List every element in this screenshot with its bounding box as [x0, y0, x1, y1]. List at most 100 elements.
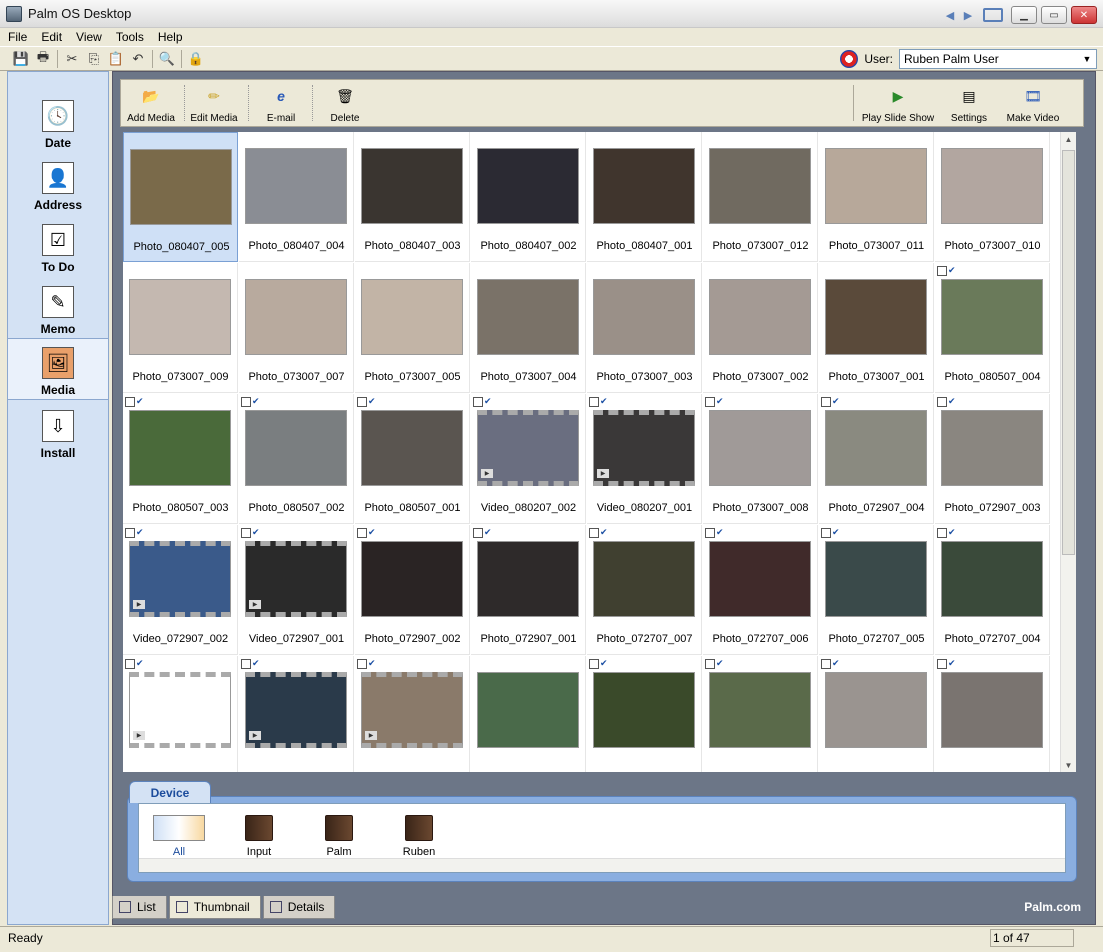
thumbnail-item[interactable]: ✔ ▶: [239, 656, 354, 772]
scroll-up-icon[interactable]: ▲: [1062, 132, 1075, 146]
thumbnail-item[interactable]: Photo_080407_005: [123, 132, 238, 262]
chevron-down-icon[interactable]: ▼: [1080, 52, 1094, 66]
photo-thumbnail[interactable]: [941, 541, 1043, 617]
thumbnail-item[interactable]: Photo_073007_011: [819, 132, 934, 262]
photo-thumbnail[interactable]: [825, 279, 927, 355]
thumbnail-item[interactable]: Photo_073007_009: [123, 263, 238, 393]
photo-thumbnail[interactable]: [593, 148, 695, 224]
sidebar-item-date[interactable]: 🕓 Date: [8, 90, 108, 152]
play-slide-show-button[interactable]: ▶ Play Slide Show: [859, 82, 937, 125]
photo-thumbnail[interactable]: [709, 148, 811, 224]
thumbnail-item[interactable]: ✔ ▶ Video_080207_002: [471, 394, 586, 524]
photo-thumbnail[interactable]: [361, 148, 463, 224]
copy-icon[interactable]: ⎘: [83, 49, 105, 69]
tab-list[interactable]: List: [112, 896, 167, 919]
thumbnail-item[interactable]: ✔: [703, 656, 818, 772]
menu-help[interactable]: Help: [158, 30, 183, 44]
video-thumbnail[interactable]: ▶: [593, 410, 695, 486]
device-tab[interactable]: Device: [129, 781, 211, 803]
thumbnail-item[interactable]: ✔ ▶ Video_080207_001: [587, 394, 702, 524]
thumbnail-item[interactable]: Photo_080407_002: [471, 132, 586, 262]
photo-thumbnail[interactable]: [825, 541, 927, 617]
thumbnail-item[interactable]: ✔ Photo_072907_001: [471, 525, 586, 655]
palm-com-link[interactable]: Palm.com: [1024, 900, 1081, 914]
photo-thumbnail[interactable]: [477, 541, 579, 617]
photo-thumbnail[interactable]: [941, 148, 1043, 224]
thumbnail-item[interactable]: ✔ Photo_072707_006: [703, 525, 818, 655]
menu-file[interactable]: File: [8, 30, 27, 44]
menu-tools[interactable]: Tools: [116, 30, 144, 44]
thumbnail-item[interactable]: Photo_073007_001: [819, 263, 934, 393]
email-button[interactable]: e E-mail: [259, 82, 303, 124]
thumbnail-item[interactable]: ✔ Photo_080507_004: [935, 263, 1050, 393]
menu-edit[interactable]: Edit: [41, 30, 62, 44]
back-arrow-icon[interactable]: ◀: [943, 9, 957, 22]
photo-thumbnail[interactable]: [593, 279, 695, 355]
settings-button[interactable]: ▤ Settings: [947, 82, 991, 125]
print-icon[interactable]: 🖶: [32, 49, 54, 69]
thumbnail-item[interactable]: [471, 656, 586, 772]
photo-thumbnail[interactable]: [941, 672, 1043, 748]
video-thumbnail[interactable]: ▶: [477, 410, 579, 486]
album-palm[interactable]: Palm: [309, 810, 369, 858]
undo-icon[interactable]: ↶: [127, 49, 149, 69]
sidebar-item-memo[interactable]: ✎ Memo: [8, 276, 108, 338]
thumbnail-item[interactable]: ✔ Photo_080507_002: [239, 394, 354, 524]
photo-thumbnail[interactable]: [593, 541, 695, 617]
horizontal-scrollbar[interactable]: [139, 858, 1065, 872]
photo-thumbnail[interactable]: [245, 279, 347, 355]
hotsync-icon[interactable]: [840, 50, 859, 68]
photo-thumbnail[interactable]: [361, 279, 463, 355]
photo-thumbnail[interactable]: [825, 672, 927, 748]
photo-thumbnail[interactable]: [361, 410, 463, 486]
thumbnail-item[interactable]: ✔ ▶ Video_072907_001: [239, 525, 354, 655]
photo-thumbnail[interactable]: [129, 410, 231, 486]
thumbnail-item[interactable]: Photo_073007_010: [935, 132, 1050, 262]
thumbnail-item[interactable]: ✔ Photo_072707_004: [935, 525, 1050, 655]
switch-window-icon[interactable]: [983, 8, 1003, 22]
forward-arrow-icon[interactable]: ▶: [961, 9, 975, 22]
photo-thumbnail[interactable]: [477, 279, 579, 355]
thumbnail-item[interactable]: ✔: [935, 656, 1050, 772]
sidebar-item-address[interactable]: 👤 Address: [8, 152, 108, 214]
thumbnail-item[interactable]: Photo_073007_003: [587, 263, 702, 393]
photo-thumbnail[interactable]: [361, 541, 463, 617]
thumbnail-item[interactable]: ✔ Photo_073007_008: [703, 394, 818, 524]
video-thumbnail[interactable]: ▶: [245, 672, 347, 748]
photo-thumbnail[interactable]: [130, 149, 232, 225]
photo-thumbnail[interactable]: [941, 410, 1043, 486]
thumbnail-item[interactable]: ✔ Photo_072707_007: [587, 525, 702, 655]
thumbnail-item[interactable]: Photo_080407_001: [587, 132, 702, 262]
thumbnail-item[interactable]: Photo_073007_012: [703, 132, 818, 262]
photo-thumbnail[interactable]: [245, 148, 347, 224]
thumbnail-item[interactable]: Photo_073007_005: [355, 263, 470, 393]
thumbnail-item[interactable]: ✔ Photo_072707_005: [819, 525, 934, 655]
photo-thumbnail[interactable]: [477, 672, 579, 748]
save-icon[interactable]: 💾: [10, 49, 32, 69]
thumbnail-item[interactable]: ✔: [819, 656, 934, 772]
thumbnail-item[interactable]: Photo_073007_007: [239, 263, 354, 393]
video-thumbnail[interactable]: ▶: [245, 541, 347, 617]
photo-thumbnail[interactable]: [825, 148, 927, 224]
thumbnail-item[interactable]: ✔ Photo_080507_001: [355, 394, 470, 524]
sidebar-item-todo[interactable]: ☑ To Do: [8, 214, 108, 276]
thumbnail-item[interactable]: ✔ Photo_080507_003: [123, 394, 238, 524]
scroll-down-icon[interactable]: ▼: [1062, 758, 1075, 772]
photo-thumbnail[interactable]: [709, 672, 811, 748]
video-thumbnail[interactable]: ▶: [361, 672, 463, 748]
maximize-button[interactable]: ▭: [1041, 6, 1067, 24]
thumbnail-item[interactable]: ✔ Photo_072907_004: [819, 394, 934, 524]
delete-button[interactable]: 🗑 Delete: [325, 82, 365, 125]
photo-thumbnail[interactable]: [825, 410, 927, 486]
lock-icon[interactable]: 🔒: [185, 49, 207, 69]
menu-view[interactable]: View: [76, 30, 102, 44]
tab-thumbnail[interactable]: Thumbnail: [168, 896, 261, 919]
thumbnail-item[interactable]: ✔ Photo_072907_003: [935, 394, 1050, 524]
photo-thumbnail[interactable]: [245, 410, 347, 486]
photo-thumbnail[interactable]: [477, 148, 579, 224]
photo-thumbnail[interactable]: [709, 279, 811, 355]
video-thumbnail[interactable]: ▶: [129, 672, 231, 748]
thumbnail-item[interactable]: ✔: [587, 656, 702, 772]
photo-thumbnail[interactable]: [709, 410, 811, 486]
sidebar-item-install[interactable]: ⇩ Install: [8, 400, 108, 462]
